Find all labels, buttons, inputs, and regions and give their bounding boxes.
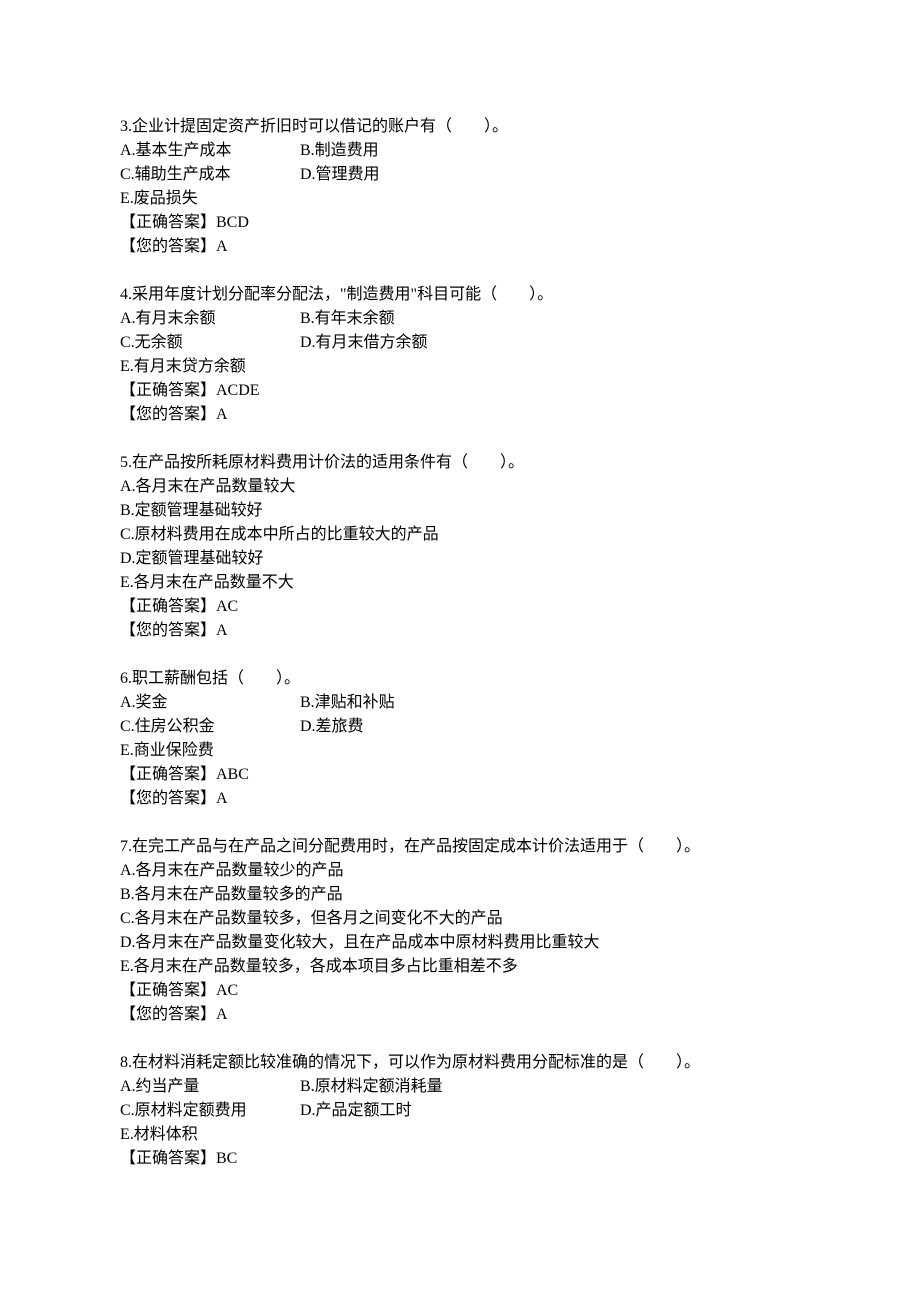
option-a: A.各月末在产品数量较少的产品 (120, 859, 800, 883)
option-row-cd: C.住房公积金 D.差旅费 (120, 715, 800, 739)
option-e: E.各月末在产品数量较多，各成本项目多占比重相差不多 (120, 955, 800, 979)
option-row-cd: C.原材料定额费用 D.产品定额工时 (120, 1099, 800, 1123)
option-a: A.约当产量 (120, 1075, 300, 1099)
question-4: 4.采用年度计划分配率分配法，"制造费用"科目可能（ ）。 A.有月末余额 B.… (120, 283, 800, 427)
question-stem: 3.企业计提固定资产折旧时可以借记的账户有（ ）。 (120, 115, 800, 139)
option-c: C.辅助生产成本 (120, 163, 300, 187)
option-b: B.原材料定额消耗量 (300, 1075, 443, 1099)
option-e: E.废品损失 (120, 187, 800, 211)
correct-answer: 【正确答案】AC (120, 979, 800, 1003)
option-e: E.材料体积 (120, 1123, 800, 1147)
option-d: D.差旅费 (300, 715, 364, 739)
question-8: 8.在材料消耗定额比较准确的情况下，可以作为原材料费用分配标准的是（ ）。 A.… (120, 1051, 800, 1171)
option-d: D.定额管理基础较好 (120, 547, 800, 571)
option-a: A.各月末在产品数量较大 (120, 475, 800, 499)
option-row-ab: A.有月末余额 B.有年末余额 (120, 307, 800, 331)
your-answer: 【您的答案】A (120, 1003, 800, 1027)
question-stem: 8.在材料消耗定额比较准确的情况下，可以作为原材料费用分配标准的是（ ）。 (120, 1051, 800, 1075)
correct-answer: 【正确答案】AC (120, 595, 800, 619)
option-a: A.有月末余额 (120, 307, 300, 331)
correct-answer: 【正确答案】ACDE (120, 379, 800, 403)
option-d: D.产品定额工时 (300, 1099, 412, 1123)
question-3: 3.企业计提固定资产折旧时可以借记的账户有（ ）。 A.基本生产成本 B.制造费… (120, 115, 800, 259)
option-d: D.各月末在产品数量变化较大，且在产品成本中原材料费用比重较大 (120, 931, 800, 955)
option-row-ab: A.基本生产成本 B.制造费用 (120, 139, 800, 163)
question-stem: 7.在完工产品与在产品之间分配费用时，在产品按固定成本计价法适用于（ ）。 (120, 835, 800, 859)
question-6: 6.职工薪酬包括（ ）。 A.奖金 B.津贴和补贴 C.住房公积金 D.差旅费 … (120, 667, 800, 811)
correct-answer: 【正确答案】BC (120, 1147, 800, 1171)
option-d: D.有月末借方余额 (300, 331, 428, 355)
option-c: C.原材料费用在成本中所占的比重较大的产品 (120, 523, 800, 547)
question-7: 7.在完工产品与在产品之间分配费用时，在产品按固定成本计价法适用于（ ）。 A.… (120, 835, 800, 1027)
option-c: C.原材料定额费用 (120, 1099, 300, 1123)
option-row-cd: C.辅助生产成本 D.管理费用 (120, 163, 800, 187)
question-stem: 4.采用年度计划分配率分配法，"制造费用"科目可能（ ）。 (120, 283, 800, 307)
question-stem: 5.在产品按所耗原材料费用计价法的适用条件有（ ）。 (120, 451, 800, 475)
document-page: 3.企业计提固定资产折旧时可以借记的账户有（ ）。 A.基本生产成本 B.制造费… (0, 0, 920, 1302)
option-c: C.住房公积金 (120, 715, 300, 739)
option-b: B.有年末余额 (300, 307, 395, 331)
option-row-cd: C.无余额 D.有月末借方余额 (120, 331, 800, 355)
option-e: E.商业保险费 (120, 739, 800, 763)
option-a: A.奖金 (120, 691, 300, 715)
option-a: A.基本生产成本 (120, 139, 300, 163)
option-row-ab: A.奖金 B.津贴和补贴 (120, 691, 800, 715)
correct-answer: 【正确答案】BCD (120, 211, 800, 235)
option-row-ab: A.约当产量 B.原材料定额消耗量 (120, 1075, 800, 1099)
correct-answer: 【正确答案】ABC (120, 763, 800, 787)
question-stem: 6.职工薪酬包括（ ）。 (120, 667, 800, 691)
option-c: C.各月末在产品数量较多，但各月之间变化不大的产品 (120, 907, 800, 931)
question-5: 5.在产品按所耗原材料费用计价法的适用条件有（ ）。 A.各月末在产品数量较大 … (120, 451, 800, 643)
option-e: E.各月末在产品数量不大 (120, 571, 800, 595)
option-e: E.有月末贷方余额 (120, 355, 800, 379)
option-b: B.定额管理基础较好 (120, 499, 800, 523)
option-b: B.制造费用 (300, 139, 379, 163)
option-b: B.各月末在产品数量较多的产品 (120, 883, 800, 907)
your-answer: 【您的答案】A (120, 787, 800, 811)
your-answer: 【您的答案】A (120, 403, 800, 427)
option-c: C.无余额 (120, 331, 300, 355)
option-b: B.津贴和补贴 (300, 691, 395, 715)
option-d: D.管理费用 (300, 163, 380, 187)
your-answer: 【您的答案】A (120, 619, 800, 643)
your-answer: 【您的答案】A (120, 235, 800, 259)
